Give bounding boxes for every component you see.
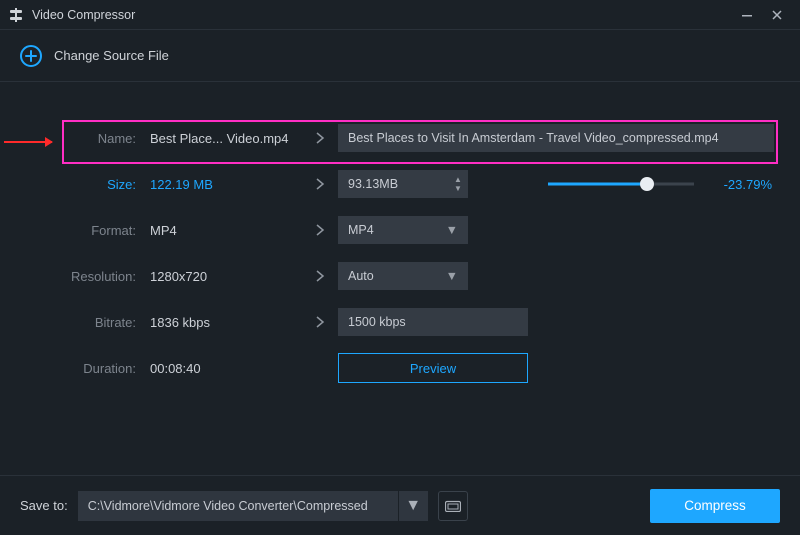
bitrate-value: 1836 kbps	[142, 315, 302, 330]
bitrate-chevron	[302, 315, 338, 329]
name-chevron	[302, 131, 338, 145]
save-path-caret[interactable]: ▼	[398, 491, 428, 521]
stepper-down-icon[interactable]: ▼	[452, 185, 464, 193]
close-icon	[771, 9, 783, 21]
name-label: Name:	[20, 131, 142, 146]
minimize-button[interactable]	[732, 0, 762, 30]
resolution-selected: Auto	[348, 269, 374, 283]
folder-icon	[445, 500, 461, 512]
save-path-select[interactable]: C:\Vidmore\Vidmore Video Converter\Compr…	[78, 491, 428, 521]
chevron-right-icon	[315, 131, 325, 145]
target-size-stepper[interactable]: 93.13MB ▲ ▼	[338, 170, 468, 198]
format-select[interactable]: MP4 ▼	[338, 216, 468, 244]
row-duration: Duration: 00:08:40 Preview	[20, 352, 780, 384]
chevron-right-icon	[315, 269, 325, 283]
chevron-right-icon	[315, 315, 325, 329]
chevron-right-icon	[315, 177, 325, 191]
output-filename-field[interactable]: Best Places to Visit In Amsterdam - Trav…	[338, 124, 774, 152]
size-value: 122.19 MB	[142, 177, 302, 192]
stepper-up-icon[interactable]: ▲	[452, 176, 464, 184]
size-slider[interactable]	[548, 177, 694, 191]
app-icon	[8, 7, 24, 23]
duration-label: Duration:	[20, 361, 142, 376]
titlebar: Video Compressor	[0, 0, 800, 30]
caret-down-icon: ▼	[405, 497, 421, 515]
app-title: Video Compressor	[32, 8, 135, 22]
close-button[interactable]	[762, 0, 792, 30]
row-format: Format: MP4 MP4 ▼	[20, 214, 780, 246]
chevron-right-icon	[315, 223, 325, 237]
bitrate-label: Bitrate:	[20, 315, 142, 330]
preview-button[interactable]: Preview	[338, 353, 528, 383]
format-chevron	[302, 223, 338, 237]
row-size: Size: 122.19 MB 93.13MB ▲ ▼	[20, 168, 780, 200]
resolution-select[interactable]: Auto ▼	[338, 262, 468, 290]
format-label: Format:	[20, 223, 142, 238]
app-window: Video Compressor Change Source File Name…	[0, 0, 800, 535]
size-chevron	[302, 177, 338, 191]
row-bitrate: Bitrate: 1836 kbps 1500 kbps	[20, 306, 780, 338]
row-resolution: Resolution: 1280x720 Auto ▼	[20, 260, 780, 292]
resolution-label: Resolution:	[20, 269, 142, 284]
format-selected: MP4	[348, 223, 374, 237]
duration-value: 00:08:40	[142, 361, 302, 376]
footer: Save to: C:\Vidmore\Vidmore Video Conver…	[0, 475, 800, 535]
row-name: Name: Best Place... Video.mp4 Best Place…	[20, 122, 780, 154]
compress-button[interactable]: Compress	[650, 489, 780, 523]
caret-down-icon: ▼	[446, 223, 458, 237]
target-size-value: 93.13MB	[348, 177, 398, 191]
actionbar: Change Source File	[0, 30, 800, 82]
slider-fill	[548, 183, 647, 186]
save-path-field[interactable]: C:\Vidmore\Vidmore Video Converter\Compr…	[78, 491, 398, 521]
change-source-link[interactable]: Change Source File	[54, 48, 169, 63]
save-to-label: Save to:	[20, 498, 68, 513]
name-value: Best Place... Video.mp4	[142, 131, 302, 146]
size-percent: -23.79%	[712, 177, 772, 192]
resolution-value: 1280x720	[142, 269, 302, 284]
main-form: Name: Best Place... Video.mp4 Best Place…	[0, 82, 800, 475]
slider-thumb[interactable]	[640, 177, 654, 191]
open-folder-button[interactable]	[438, 491, 468, 521]
minimize-icon	[741, 9, 753, 21]
format-value: MP4	[142, 223, 302, 238]
annotation-arrow	[4, 141, 52, 143]
add-source-icon[interactable]	[20, 45, 42, 67]
bitrate-field[interactable]: 1500 kbps	[338, 308, 528, 336]
resolution-chevron	[302, 269, 338, 283]
caret-down-icon: ▼	[446, 269, 458, 283]
size-label: Size:	[20, 177, 142, 192]
